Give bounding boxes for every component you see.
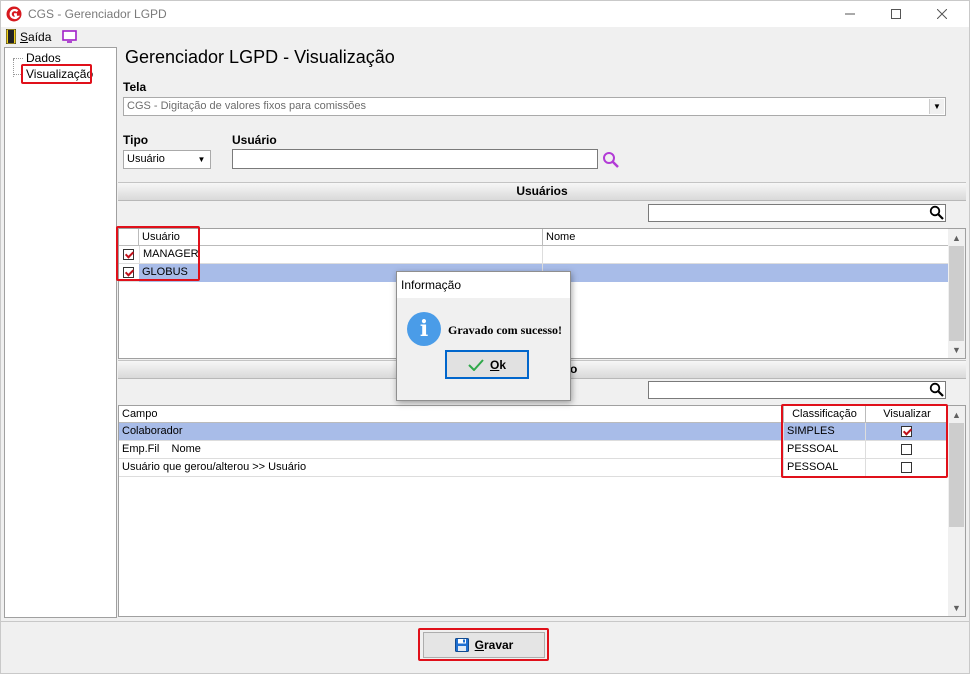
ok-mnemonic: O [489,357,500,372]
users-cell-nome [543,246,949,264]
minimize-icon [845,13,855,15]
search-icon[interactable] [602,151,620,169]
usuario-input[interactable] [232,149,598,169]
tree-connector [13,58,23,59]
scroll-up-icon[interactable]: ▲ [948,406,965,423]
users-cell-nome [543,264,949,282]
scroll-thumb[interactable] [949,246,964,341]
close-button[interactable] [919,1,965,27]
fields-grid-header-campo[interactable]: Campo [119,406,784,423]
highlight-box [781,404,948,478]
tipo-select-value: Usuário [127,153,165,165]
chevron-down-icon[interactable]: ▼ [929,99,944,114]
title-bar: CGS - Gerenciador LGPD [1,1,969,27]
menu-saida-mnemonic: S [20,30,29,44]
window-title: CGS - Gerenciador LGPD [28,7,167,21]
highlight-box [21,64,92,84]
exit-door-icon [6,29,16,44]
search-icon[interactable] [929,205,944,220]
tipo-select[interactable]: Usuário ▼ [123,150,211,169]
highlight-box [116,226,200,281]
monitor-icon[interactable] [62,30,77,43]
fields-grid-scrollbar[interactable]: ▲ ▼ [948,406,965,616]
fields-cell-campo: Usuário que gerou/alterou >> Usuário [119,459,784,477]
scroll-up-icon[interactable]: ▲ [948,229,965,246]
checkmark-icon [468,358,484,371]
tipo-label: Tipo [123,133,149,147]
table-row[interactable]: MANAGER [119,246,949,264]
cgs-logo-icon [6,6,22,22]
dialog-title: Informação [397,272,570,298]
users-grid-header-nome[interactable]: Nome [543,229,949,246]
usuario-label: Usuário [232,133,277,147]
highlight-box [418,628,549,661]
scroll-down-icon[interactable]: ▼ [948,341,965,358]
close-icon [937,9,947,19]
users-grid-scrollbar[interactable]: ▲ ▼ [948,229,965,358]
chevron-down-icon[interactable]: ▼ [194,152,209,167]
maximize-icon [891,9,901,19]
fields-cell-campo: Colaborador [119,423,784,441]
fields-cell-campo: Emp.Fil Nome [119,441,784,459]
navigation-tree: Dados Visualização [4,47,117,618]
bottom-separator [1,621,969,622]
fields-search-input[interactable] [648,381,946,399]
ok-label: Ok [490,358,506,372]
app-window: CGS - Gerenciador LGPD Saída Dados Visua… [0,0,970,674]
info-dialog: Informação i Gravado com sucesso! Ok [396,271,571,401]
fields-section-title: o [570,362,578,376]
users-search-input[interactable] [648,204,946,222]
dialog-message: Gravado com sucesso! [448,323,562,337]
maximize-button[interactable] [873,1,919,27]
menu-bar: Saída [1,27,969,46]
menu-saida-label: aída [28,30,52,44]
tela-select[interactable]: CGS - Digitação de valores fixos para co… [123,97,946,116]
tela-select-value: CGS - Digitação de valores fixos para co… [127,100,367,112]
ok-button[interactable]: Ok [445,350,529,379]
menu-item-saida[interactable]: Saída [20,30,51,44]
tree-item-dados[interactable]: Dados [26,51,61,65]
tela-label: Tela [123,80,147,94]
scroll-down-icon[interactable]: ▼ [948,599,965,616]
minimize-button[interactable] [827,1,873,27]
page-title: Gerenciador LGPD - Visualização [125,47,395,67]
info-icon: i [407,312,441,346]
search-icon[interactable] [929,382,944,397]
ok-label-rest: k [499,357,507,372]
scroll-thumb[interactable] [949,423,964,527]
users-section-header: Usuários [118,182,966,201]
